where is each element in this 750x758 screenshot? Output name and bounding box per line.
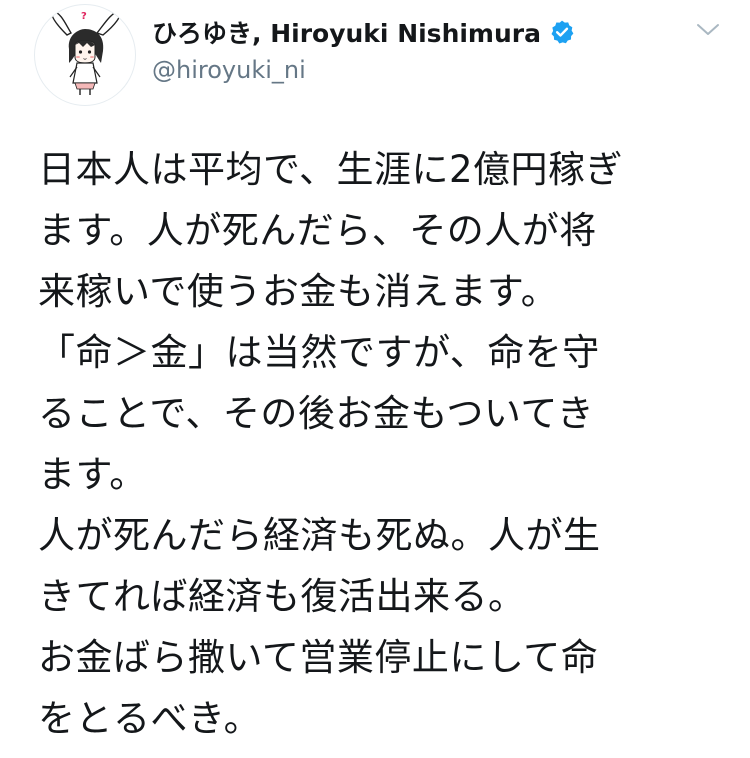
svg-text:?: ? [81,11,87,22]
tweet-text-line: きてれば経済も復活出来る。 [38,575,526,618]
verified-badge-icon [549,19,575,45]
author-handle[interactable]: @hiroyuki_ni [152,56,672,84]
tweet-text-line: ることで、その後お金もついてき [38,392,595,435]
tweet-text-line: 来稼いで使うお金も消えます。 [38,270,559,313]
tweet-text-line: をとるべき。 [38,697,262,740]
tweet-text-line: 「命＞金」は当然ですが、命を守 [38,331,600,374]
tweet-text-line: ます。 [38,453,147,496]
tweet-card: ? ひろゆき, Hiroyuki Nishimura @hiroyuki_ni … [0,0,750,758]
chevron-down-icon[interactable] [694,20,722,40]
tweet-text-line: お金ばら撒いて営業停止にして命 [38,636,599,679]
tweet-body-text: 日本人は平均で、生涯に2億円稼ぎ ます。人が死んだら、その人が将 来稼いで使うお金も… [38,139,738,749]
tweet-header: ひろゆき, Hiroyuki Nishimura @hiroyuki_ni [152,14,672,84]
tweet-text-line: 人が死んだら経済も死ぬ。人が生 [38,514,601,557]
author-name-row: ひろゆき, Hiroyuki Nishimura [152,14,672,50]
rabbit-ears-character-avatar-icon: ? [51,10,121,95]
tweet-text-line: ます。人が死んだら、その人が将 [38,209,597,252]
author-display-name[interactable]: ひろゆき, Hiroyuki Nishimura [152,14,541,50]
tweet-text-line: 日本人は平均で、生涯に2億円稼ぎ [38,148,624,191]
profile-avatar[interactable]: ? [34,4,136,106]
